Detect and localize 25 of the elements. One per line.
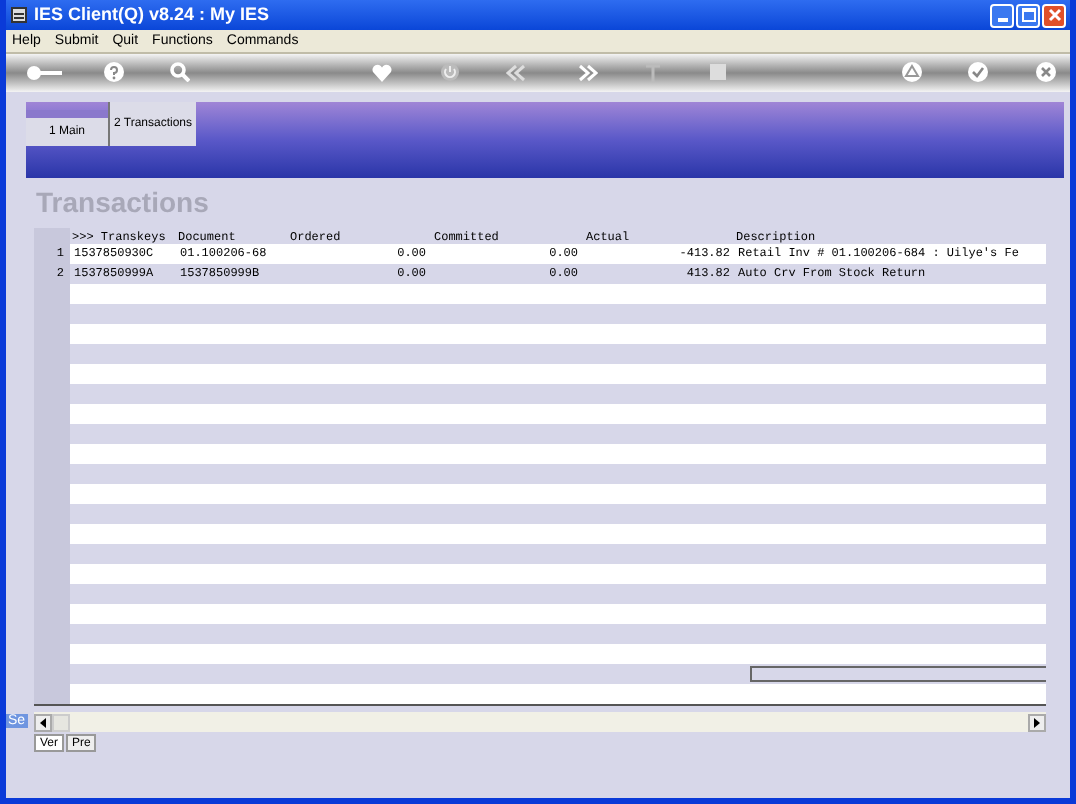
close-icon[interactable] [1036,62,1056,82]
rewind-icon[interactable] [506,64,526,82]
fast-forward-icon[interactable] [578,64,598,82]
search-icon[interactable] [170,62,190,82]
maximize-button[interactable] [1016,3,1040,27]
heart-icon[interactable] [372,64,392,82]
row-header-cell [34,684,70,704]
check-icon[interactable] [968,62,988,82]
key-icon[interactable] [26,64,62,82]
right-arrow-icon [1034,717,1040,727]
window-title: IES Client(Q) v8.24 : My IES [34,6,270,24]
text-icon[interactable] [646,64,660,82]
left-arrow-icon [40,717,46,727]
power-icon[interactable] [440,62,460,82]
scroll-thumb[interactable] [52,713,70,731]
minimize-icon [997,17,1007,21]
close-icon [1047,8,1061,22]
minimize-button[interactable] [990,3,1014,27]
row-header-corner [34,228,70,244]
app-icon [10,6,28,24]
scroll-left-button[interactable] [34,713,52,731]
scroll-right-button[interactable] [1028,713,1046,731]
maximize-icon [1021,8,1035,22]
close-button[interactable] [1042,3,1066,27]
help-icon[interactable] [104,62,124,82]
